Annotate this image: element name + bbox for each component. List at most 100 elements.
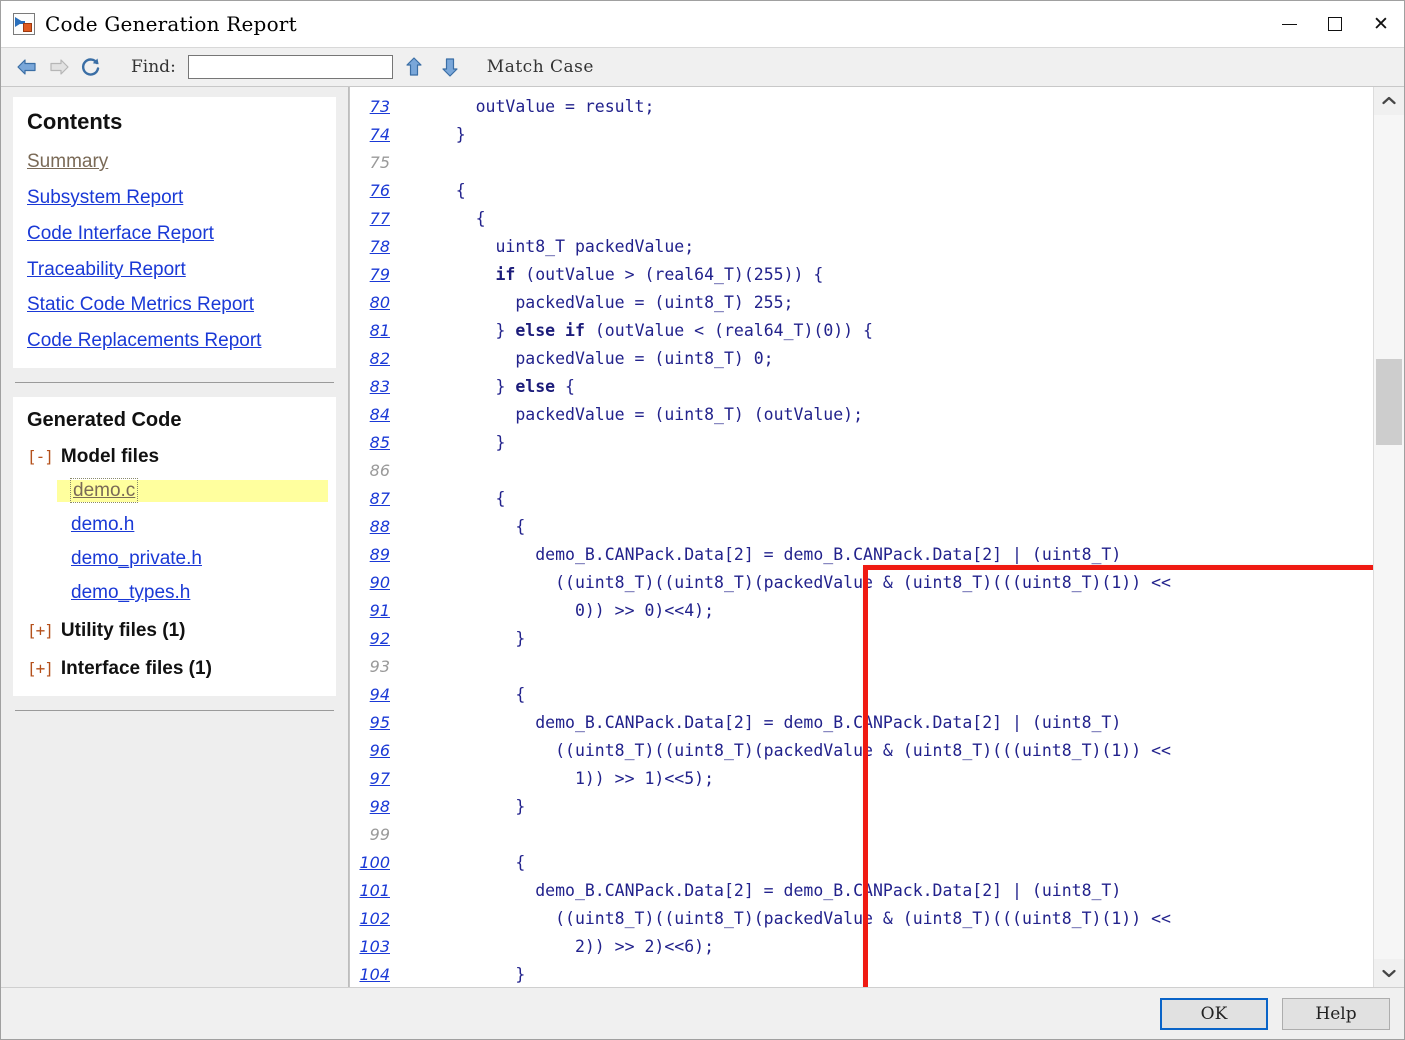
code-line: 103 2)) >> 2)<<6); xyxy=(350,933,1373,961)
code-text: { xyxy=(416,181,466,200)
line-number[interactable]: 98 xyxy=(350,793,416,821)
code-line: 96 ((uint8_T)((uint8_T)(packedValue & (u… xyxy=(350,737,1373,765)
list-item-demo-private-h[interactable]: demo_private.h xyxy=(27,548,322,570)
line-number[interactable]: 91 xyxy=(350,597,416,625)
line-number[interactable]: 74 xyxy=(350,121,416,149)
line-number[interactable]: 80 xyxy=(350,289,416,317)
refresh-icon[interactable] xyxy=(75,52,107,82)
tree-group-interface-files[interactable]: [+] Interface files (1) xyxy=(27,658,322,680)
line-number[interactable]: 100 xyxy=(350,849,416,877)
code-text: { xyxy=(416,209,486,228)
ok-button[interactable]: OK xyxy=(1160,997,1268,1030)
code-text: { xyxy=(416,853,526,872)
scroll-up-button[interactable] xyxy=(1374,87,1404,115)
line-number[interactable]: 101 xyxy=(350,877,416,905)
toc-link-static-code-metrics-report[interactable]: Static Code Metrics Report xyxy=(27,294,322,316)
toc-link-subsystem-report[interactable]: Subsystem Report xyxy=(27,187,322,209)
code-line: 86 xyxy=(350,457,1373,485)
line-number[interactable]: 90 xyxy=(350,569,416,597)
line-number[interactable]: 92 xyxy=(350,625,416,653)
scrollbar-thumb[interactable] xyxy=(1376,359,1402,445)
scroll-down-button[interactable] xyxy=(1374,959,1404,987)
search-input[interactable] xyxy=(187,55,393,79)
code-text: 2)) >> 2)<<6); xyxy=(416,937,715,956)
chevron-down-icon xyxy=(1382,969,1396,978)
match-case-label[interactable]: Match Case xyxy=(487,57,594,77)
code-text: } xyxy=(416,629,526,648)
line-number: 93 xyxy=(369,657,390,676)
find-previous-button[interactable] xyxy=(399,52,429,82)
code-listing: 73 outValue = result; 74 } 75 76 {77 {78 ui… xyxy=(350,93,1373,987)
toc-link-code-replacements-report[interactable]: Code Replacements Report xyxy=(27,330,322,352)
close-button[interactable]: ✕ xyxy=(1358,1,1404,47)
code-text: } xyxy=(416,125,466,144)
code-line: 85 } xyxy=(350,429,1373,457)
code-line: 84 packedValue = (uint8_T) (outValue); xyxy=(350,401,1373,429)
line-number[interactable]: 77 xyxy=(350,205,416,233)
title-bar: Code Generation Report ✕ xyxy=(1,1,1404,47)
code-text: 1)) >> 1)<<5); xyxy=(416,769,715,788)
code-line: 82 packedValue = (uint8_T) 0; xyxy=(350,345,1373,373)
line-number[interactable]: 96 xyxy=(350,737,416,765)
scrollbar-track[interactable] xyxy=(1374,115,1404,959)
code-view-panel: 73 outValue = result; 74 } 75 76 {77 {78 ui… xyxy=(349,87,1404,987)
line-number[interactable]: 89 xyxy=(350,541,416,569)
line-number[interactable]: 104 xyxy=(350,961,416,987)
vertical-scrollbar[interactable] xyxy=(1373,87,1404,987)
line-number[interactable]: 97 xyxy=(350,765,416,793)
line-number: 75 xyxy=(369,153,390,172)
line-number[interactable]: 81 xyxy=(350,317,416,345)
file-link[interactable]: demo_types.h xyxy=(71,582,190,603)
code-text: demo_B.CANPack.Data[2] = demo_B.CANPack.… xyxy=(416,713,1122,732)
code-scroll-area[interactable]: 73 outValue = result; 74 } 75 76 {77 {78 ui… xyxy=(350,87,1373,987)
minimize-button[interactable] xyxy=(1266,1,1312,47)
code-line: 78 uint8_T packedValue; xyxy=(350,233,1373,261)
file-link[interactable]: demo.h xyxy=(71,514,134,535)
toc-link-traceability-report[interactable]: Traceability Report xyxy=(27,259,322,281)
tree-group-label: Utility files (1) xyxy=(60,620,186,642)
find-next-button[interactable] xyxy=(435,52,465,82)
expand-toggle-icon[interactable]: [+] xyxy=(27,659,54,678)
line-number[interactable]: 84 xyxy=(350,401,416,429)
line-number[interactable]: 94 xyxy=(350,681,416,709)
code-text: uint8_T packedValue; xyxy=(416,237,695,256)
line-number[interactable]: 102 xyxy=(350,905,416,933)
back-arrow-icon[interactable] xyxy=(11,52,43,82)
file-link[interactable]: demo_private.h xyxy=(71,548,202,569)
line-number[interactable]: 82 xyxy=(350,345,416,373)
file-link[interactable]: demo.c xyxy=(69,478,139,504)
line-number[interactable]: 88 xyxy=(350,513,416,541)
line-number[interactable]: 79 xyxy=(350,261,416,289)
line-number[interactable]: 87 xyxy=(350,485,416,513)
body-area: Contents Summary Subsystem Report Code I… xyxy=(1,87,1404,987)
line-number[interactable]: 83 xyxy=(350,373,416,401)
line-number[interactable]: 95 xyxy=(350,709,416,737)
code-text: ((uint8_T)((uint8_T)(packedValue & (uint… xyxy=(416,573,1171,592)
line-number[interactable]: 73 xyxy=(350,93,416,121)
toc-link-code-interface-report[interactable]: Code Interface Report xyxy=(27,223,322,245)
contents-title: Contents xyxy=(27,109,123,134)
expand-toggle-icon[interactable]: [+] xyxy=(27,621,54,640)
generated-code-title: Generated Code xyxy=(27,409,182,432)
code-text: if (outValue > (real64_T)(255)) { xyxy=(495,265,824,284)
dialog-footer: OK Help xyxy=(1,987,1404,1039)
maximize-button[interactable] xyxy=(1312,1,1358,47)
toc-link-summary[interactable]: Summary xyxy=(27,151,322,173)
list-item-demo-c[interactable]: demo.c xyxy=(57,478,328,504)
help-button[interactable]: Help xyxy=(1282,997,1390,1030)
tree-group-model-files[interactable]: [-] Model files xyxy=(27,446,322,468)
list-item-demo-types-h[interactable]: demo_types.h xyxy=(27,582,322,604)
tree-group-utility-files[interactable]: [+] Utility files (1) xyxy=(27,620,322,642)
tree-group-label: Interface files (1) xyxy=(60,658,212,680)
line-number[interactable]: 85 xyxy=(350,429,416,457)
line-number[interactable]: 78 xyxy=(350,233,416,261)
code-text: { xyxy=(416,517,526,536)
list-item-demo-h[interactable]: demo.h xyxy=(27,514,322,536)
line-number[interactable]: 103 xyxy=(350,933,416,961)
code-line: 83 } else { xyxy=(350,373,1373,401)
line-number: 86 xyxy=(369,461,390,480)
code-line: 87 { xyxy=(350,485,1373,513)
line-number[interactable]: 76 xyxy=(350,177,416,205)
collapse-toggle-icon[interactable]: [-] xyxy=(27,447,54,466)
toolbar: Find: Match Case xyxy=(1,47,1404,87)
